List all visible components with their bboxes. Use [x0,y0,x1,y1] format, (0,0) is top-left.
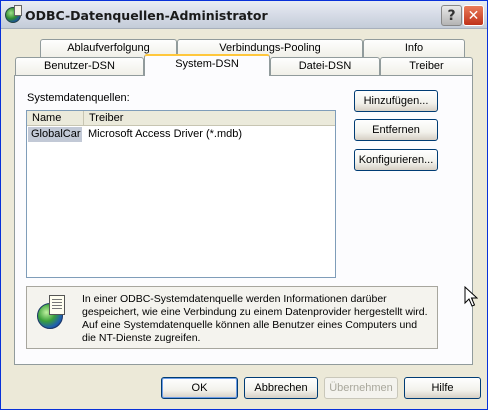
column-header-driver[interactable]: Treiber [84,111,335,126]
tab-system-dsn[interactable]: System-DSN [144,54,270,76]
apply-button: Übernehmen [324,377,398,399]
dsn-driver-cell[interactable]: Microsoft Access Driver (*.mdb) [88,127,242,142]
tab-datei-dsn[interactable]: Datei-DSN [270,57,380,76]
mouse-pointer-icon [464,286,478,307]
info-box: In einer ODBC-Systemdatenquelle werden I… [26,286,438,349]
document-icon [49,295,65,315]
system-dsn-list-label: Systemdatenquellen: [27,92,130,104]
info-line: Auf eine Systemdatenquelle können alle B… [82,319,418,331]
system-dsn-list[interactable]: Name Treiber GlobalCar Microsoft Access … [26,110,336,278]
list-item[interactable]: GlobalCar Microsoft Access Driver (*.mdb… [27,127,335,142]
window-title: ODBC-Datenquellen-Administrator [25,8,268,23]
odbc-info-icon [37,295,69,329]
odbc-globe-icon [5,5,22,23]
configure-button[interactable]: Konfigurieren... [354,149,438,171]
info-text: In einer ODBC-Systemdatenquelle werden I… [82,293,437,345]
help-title-button[interactable]: ? [441,5,462,26]
odbc-dialog-window: ODBC-Datenquellen-Administrator ? ✕ Abla… [0,0,488,410]
column-header-name[interactable]: Name [27,111,84,126]
info-line: die NT-Dienste zugreifen. [82,332,201,344]
tab-treiber[interactable]: Treiber [380,57,473,76]
add-button[interactable]: Hinzufügen... [354,90,438,112]
tab-info[interactable]: Info [363,39,465,58]
tab-benutzer-dsn[interactable]: Benutzer-DSN [15,57,144,76]
info-line: gespeichert, wie eine Verbindung zu eine… [82,306,428,318]
title-bar[interactable]: ODBC-Datenquellen-Administrator ? ✕ [1,1,487,29]
close-button[interactable]: ✕ [463,5,484,26]
info-line: In einer ODBC-Systemdatenquelle werden I… [82,293,387,305]
cancel-button[interactable]: Abbrechen [244,377,318,399]
ok-button[interactable]: OK [161,377,238,399]
remove-button[interactable]: Entfernen [354,119,438,141]
help-button[interactable]: Hilfe [404,377,481,399]
dsn-name-cell[interactable]: GlobalCar [28,127,82,142]
